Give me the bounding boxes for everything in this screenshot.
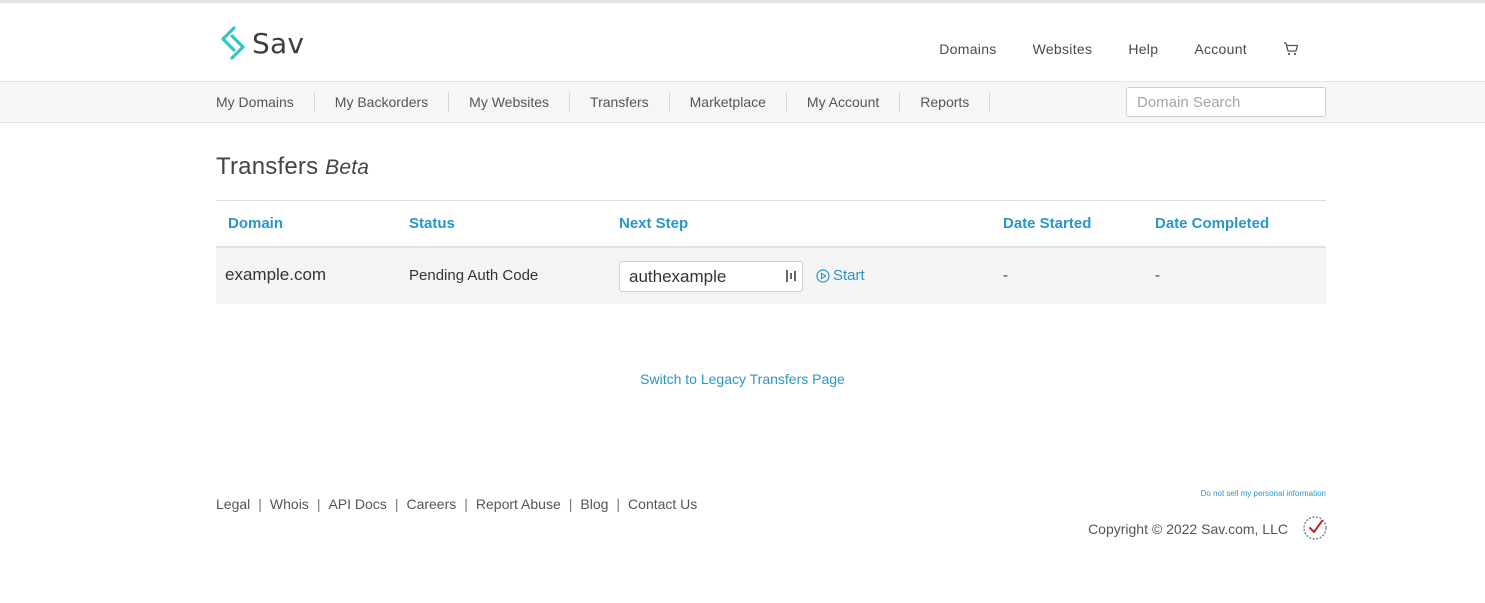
footer-whois[interactable]: Whois	[270, 496, 309, 512]
footer-separator: |	[258, 496, 262, 512]
subnav-my-backorders[interactable]: My Backorders	[315, 92, 450, 112]
table-header: Domain Status Next Step Date Started Dat…	[216, 200, 1326, 248]
footer-separator: |	[568, 496, 573, 512]
footer-contact-us[interactable]: Contact Us	[628, 496, 697, 512]
top-header: Sav Domains Websites Help Account	[0, 3, 1485, 81]
copyright-text: Copyright © 2022 Sav.com, LLC	[1088, 521, 1288, 537]
subnav-my-websites[interactable]: My Websites	[449, 92, 571, 112]
main-content: Transfers Beta Domain Status Next Step D…	[0, 123, 1485, 563]
sav-logo-icon	[221, 26, 245, 60]
page-title-suffix: Beta	[325, 156, 370, 179]
page-title-text: Transfers	[216, 153, 319, 180]
subnav-reports[interactable]: Reports	[900, 92, 991, 112]
header-next-step[interactable]: Next Step	[619, 215, 688, 232]
sav-logo[interactable]: Sav	[218, 26, 304, 60]
subnav-marketplace[interactable]: Marketplace	[670, 92, 787, 112]
footer-legal[interactable]: Legal	[216, 496, 250, 512]
row-date-started: -	[1003, 267, 1008, 284]
topnav-help[interactable]: Help	[1128, 41, 1158, 57]
subnav-my-domains[interactable]: My Domains	[216, 92, 315, 112]
subnav-transfers[interactable]: Transfers	[570, 92, 670, 112]
footer-careers[interactable]: Careers	[406, 496, 456, 512]
topnav-websites[interactable]: Websites	[1033, 41, 1093, 57]
auth-code-input[interactable]	[620, 262, 770, 291]
footer-api-docs[interactable]: API Docs	[328, 496, 386, 512]
header-domain[interactable]: Domain	[228, 215, 283, 232]
row-date-completed: -	[1155, 267, 1160, 284]
play-circle-icon	[816, 268, 830, 283]
subnav-items: My Domains My Backorders My Websites Tra…	[216, 82, 991, 122]
password-manager-icon[interactable]	[785, 269, 797, 283]
header-date-completed[interactable]: Date Completed	[1155, 215, 1269, 232]
footer-separator: |	[394, 496, 399, 512]
footer-links: Legal | Whois | API Docs | Careers | Rep…	[216, 496, 697, 512]
footer-separator: |	[616, 496, 621, 512]
table-row: example.com Pending Auth Code Start - -	[216, 248, 1326, 304]
header-date-started[interactable]: Date Started	[1003, 215, 1091, 232]
header-status[interactable]: Status	[409, 215, 455, 232]
do-not-sell-link[interactable]: Do not sell my personal information	[1201, 489, 1326, 498]
shopping-cart-icon[interactable]	[1283, 42, 1299, 56]
start-label: Start	[833, 267, 865, 284]
footer-report-abuse[interactable]: Report Abuse	[476, 496, 561, 512]
page-title: Transfers Beta	[216, 153, 369, 181]
topnav-domains[interactable]: Domains	[939, 41, 996, 57]
footer-separator: |	[316, 496, 321, 512]
footer-blog[interactable]: Blog	[580, 496, 608, 512]
brand-name: Sav	[252, 26, 305, 60]
sub-nav: My Domains My Backorders My Websites Tra…	[0, 81, 1485, 123]
row-status: Pending Auth Code	[409, 267, 539, 284]
legacy-link-container: Switch to Legacy Transfers Page	[0, 371, 1485, 389]
top-nav: Domains Websites Help Account	[903, 41, 1299, 57]
legacy-transfers-link[interactable]: Switch to Legacy Transfers Page	[640, 371, 845, 387]
footer-separator: |	[464, 496, 468, 512]
privacy-badge-icon[interactable]	[1302, 515, 1328, 541]
topnav-account[interactable]: Account	[1194, 41, 1247, 57]
start-transfer-button[interactable]: Start	[816, 267, 865, 284]
subnav-my-account[interactable]: My Account	[787, 92, 901, 112]
domain-search-input[interactable]	[1126, 87, 1326, 117]
transfers-table: Domain Status Next Step Date Started Dat…	[216, 200, 1326, 304]
auth-code-field[interactable]	[619, 261, 803, 292]
row-domain[interactable]: example.com	[225, 265, 326, 285]
